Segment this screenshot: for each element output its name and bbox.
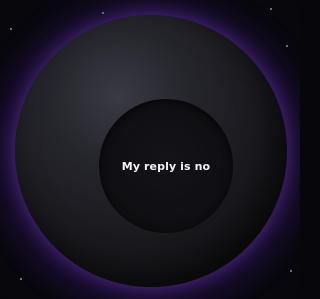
star-icon	[270, 8, 272, 10]
answer-window: My reply is no	[99, 99, 233, 233]
answer-text: My reply is no	[121, 159, 211, 173]
magic-8-ball-scene: My reply is no	[0, 0, 300, 299]
star-icon	[20, 278, 22, 280]
star-icon	[286, 45, 288, 47]
star-icon	[10, 28, 12, 30]
star-icon	[102, 12, 104, 14]
magic-8-ball[interactable]: My reply is no	[15, 15, 287, 287]
star-icon	[290, 270, 292, 272]
